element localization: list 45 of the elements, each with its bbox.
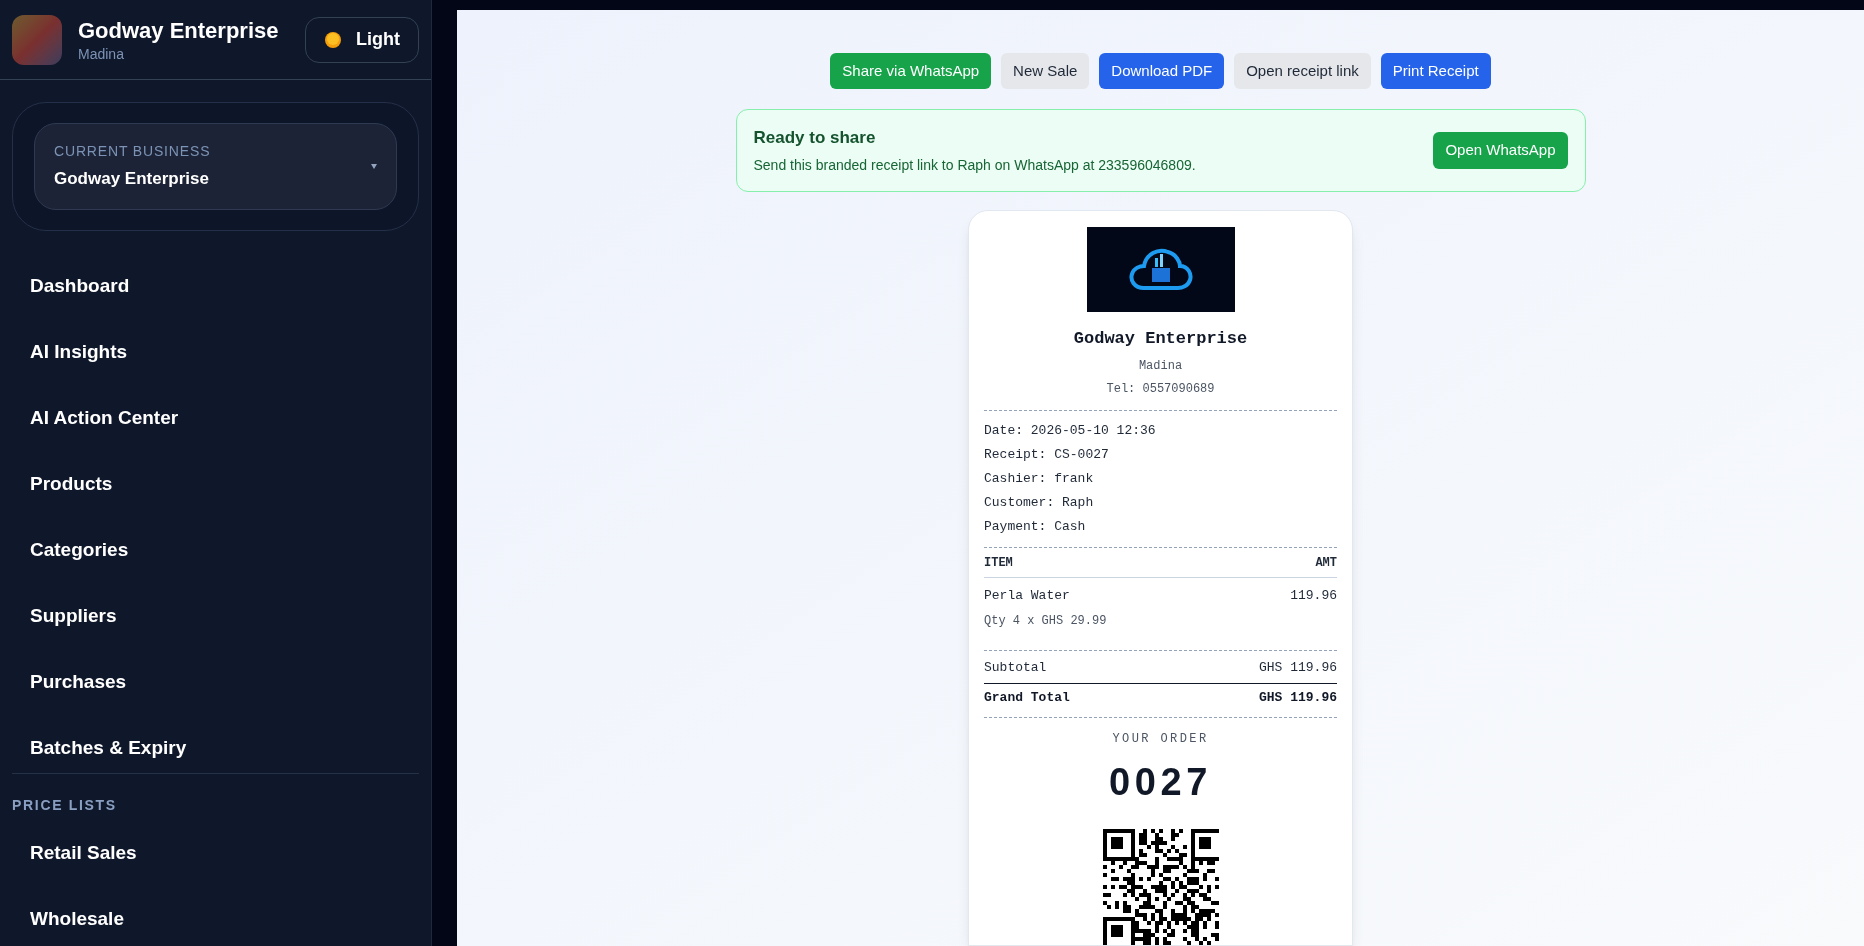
receipt-detail: Cashier: frank (984, 470, 1095, 489)
order-number: 0027 (1109, 760, 1212, 805)
avatar-photo (12, 14, 62, 65)
receipt-location: Madina (1137, 358, 1184, 376)
item-quantity: Qty 4 x GHS 29.99 (984, 612, 1107, 630)
business-name: Godway Enterprise (78, 16, 280, 45)
nav-item[interactable]: Categories (0, 517, 431, 583)
receipt-business-name: Godway Enterprise (1072, 327, 1249, 350)
item-amount: 119.96 (1290, 587, 1337, 606)
receipt-detail: Date: 2026-05-10 12:36 (984, 422, 1157, 441)
banner-message: Send this branded receipt link to Raph on WhatsApp at 233596046809. (753, 155, 1197, 175)
dropdown-value: Godway Enterprise (54, 168, 210, 191)
nav-item[interactable]: AI Insights (0, 319, 431, 385)
subtotal-label: Subtotal (984, 658, 1047, 677)
order-label: YOUR ORDER (1112, 731, 1209, 748)
sun-icon (324, 30, 342, 49)
theme-toggle-button[interactable]: Light (305, 16, 419, 63)
receipt-detail: Receipt: CS-0027 (984, 446, 1110, 465)
item-name: Perla Water (984, 587, 1071, 606)
action-button[interactable]: Download PDF (1099, 53, 1225, 89)
nav-item[interactable]: Wholesale (0, 886, 431, 946)
grand-total-label: Grand Total (984, 688, 1070, 707)
receipt-detail: Customer: Raph (984, 494, 1095, 513)
receipt-phone: Tel: 0557090689 (1105, 381, 1216, 399)
business-location: Madina (78, 44, 125, 63)
nav-item[interactable]: Purchases (0, 649, 431, 715)
nav-item[interactable]: Retail Sales (0, 820, 431, 886)
nav-item[interactable]: Dashboard (0, 253, 431, 319)
business-dropdown[interactable]: CURRENT BUSINESS Godway Enterprise (34, 123, 397, 210)
nav-item[interactable]: Suppliers (0, 583, 431, 649)
column-header: ITEM (984, 554, 1013, 572)
action-button[interactable]: Open receipt link (1234, 53, 1371, 89)
action-button[interactable]: New Sale (1001, 53, 1090, 89)
action-button[interactable]: Print Receipt (1380, 53, 1491, 89)
nav-item[interactable]: Batches & Expiry (0, 715, 431, 781)
column-header: AMT (1315, 554, 1337, 572)
section-heading: PRICE LISTS (11, 796, 118, 815)
grand-total-value: GHS 119.96 (1259, 688, 1337, 707)
banner-title: Ready to share (753, 127, 877, 150)
receipt-detail: Payment: Cash (984, 518, 1087, 537)
subtotal-value: GHS 119.96 (1259, 658, 1337, 677)
caret-icon (371, 164, 377, 169)
nav-item[interactable]: AI Action Center (0, 385, 431, 451)
dropdown-label: CURRENT BUSINESS (54, 142, 212, 162)
nav-item[interactable]: Products (0, 451, 431, 517)
